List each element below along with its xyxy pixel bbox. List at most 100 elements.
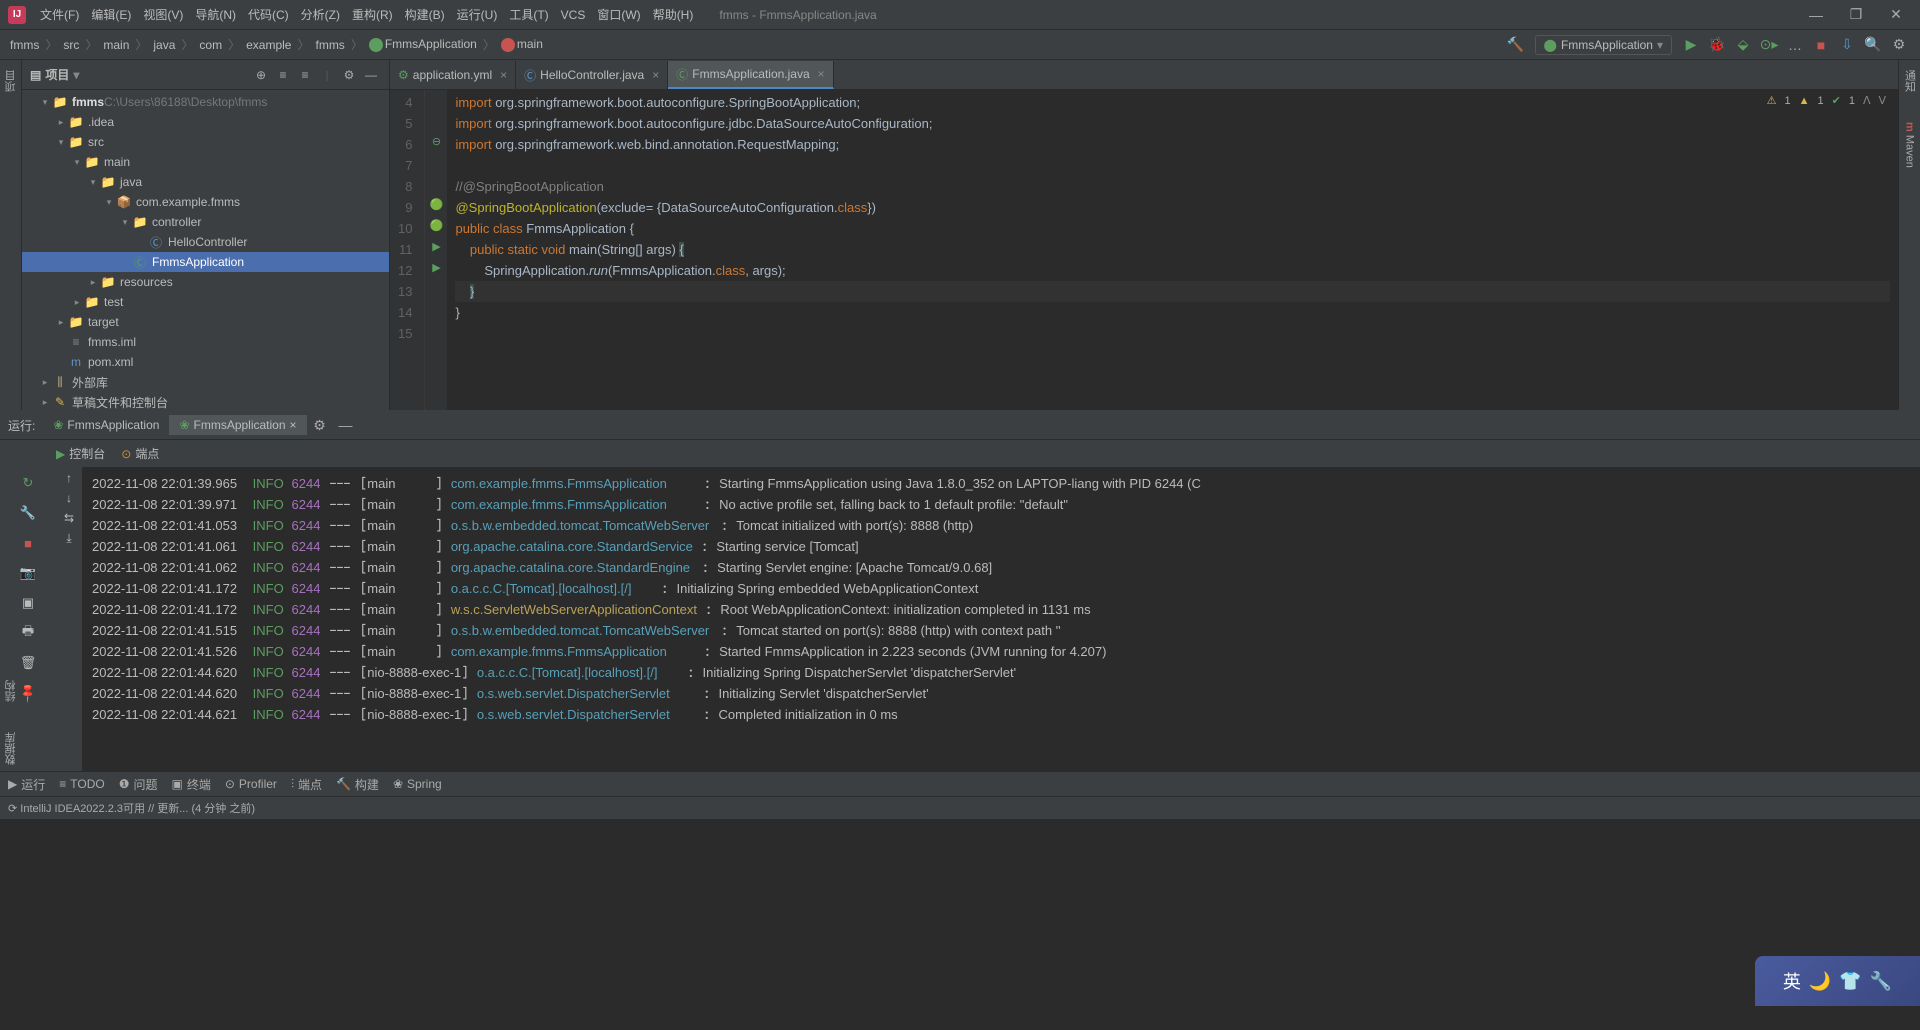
project-title[interactable]: ▤ 项目 ▾ [30,66,79,83]
tree-node[interactable]: ▾📁fmms C:\Users\86188\Desktop\fmms [22,92,389,112]
breadcrumb-item[interactable]: FmmsApplication [367,37,479,52]
run-tab[interactable]: ❀FmmsApplication [43,415,169,435]
stop-icon[interactable]: ■ [16,531,40,555]
tree-node[interactable]: ≡fmms.iml [22,332,389,352]
camera-icon[interactable]: 📷 [16,561,40,585]
maximize-button[interactable]: ❐ [1836,0,1876,30]
bottom-item[interactable]: ❀Spring [393,777,442,791]
breadcrumb-item[interactable]: com [197,38,224,52]
rerun-icon[interactable]: ↻ [16,471,40,495]
project-tree[interactable]: ▾📁fmms C:\Users\86188\Desktop\fmms▸📁.ide… [22,90,389,410]
menu-1[interactable]: 编辑(E) [85,0,137,30]
inspection-widget[interactable]: ⚠1 ▲1 ✔1 ᐱ ᐯ [1767,94,1886,107]
console-output[interactable]: 2022-11-08 22:01:39.965 INFO 6244 --- [m… [82,467,1920,771]
breadcrumb-item[interactable]: example [244,38,293,52]
close-tab-icon[interactable]: × [652,68,659,82]
tree-node[interactable]: ▸⫼外部库 [22,372,389,392]
gear-icon[interactable]: ⚙ [339,65,359,85]
breadcrumb-item[interactable]: fmms [313,38,346,52]
menu-11[interactable]: 窗口(W) [591,0,646,30]
tree-node[interactable]: ▾📁main [22,152,389,172]
tree-node[interactable]: ▸📁test [22,292,389,312]
profile-button[interactable]: ⊙▸ [1758,34,1780,56]
breadcrumb-item[interactable]: src [61,38,81,52]
close-button[interactable]: ✕ [1876,0,1916,30]
tree-node[interactable]: ▸📁resources [22,272,389,292]
editor-tab[interactable]: ⒸFmmsApplication.java× [668,61,833,89]
menu-5[interactable]: 分析(Z) [295,0,346,30]
editor-tab[interactable]: ⒸHelloController.java× [516,61,668,89]
right-strip-notifications[interactable]: 通知 [1902,70,1918,92]
tree-node[interactable]: ▸✎草稿文件和控制台 [22,392,389,410]
menu-10[interactable]: VCS [555,0,592,30]
gear-icon[interactable]: ⚙ [309,414,331,436]
bottom-item[interactable]: ❶问题 [119,776,158,793]
line-gutter[interactable]: 456789101112131415 [390,90,425,410]
hide-icon[interactable]: — [361,65,381,85]
layout-icon[interactable]: ▣ [16,591,40,615]
close-tab-icon[interactable]: × [818,67,825,81]
bottom-item[interactable]: ⊙Profiler [225,777,277,791]
hide-icon[interactable]: — [335,414,357,436]
breadcrumb-item[interactable]: fmms [8,38,41,52]
left-strip-project[interactable]: 项目 [3,70,19,92]
chevron-down-icon[interactable]: ᐯ [1878,94,1886,107]
menu-8[interactable]: 运行(U) [451,0,504,30]
tree-node[interactable]: ▸📁target [22,312,389,332]
trash-icon[interactable]: 🗑 [16,651,40,675]
run-config-selector[interactable]: ⬤ FmmsApplication ▾ [1535,35,1673,55]
close-tab-icon[interactable]: × [500,68,507,82]
menu-7[interactable]: 构建(B) [399,0,451,30]
tree-node[interactable]: ⒸFmmsApplication [22,252,389,272]
bottom-item[interactable]: ≡TODO [59,777,104,791]
collapse-icon[interactable]: ≡ [295,65,315,85]
vcs-update-icon[interactable]: ⇩ [1836,34,1858,56]
gutter-icons[interactable]: ⊖ 🟢🟢▶▶ [425,90,447,410]
actuator-icon[interactable]: 🔧 [16,501,40,525]
coverage-button[interactable]: ⬙ [1732,34,1754,56]
chevron-up-icon[interactable]: ᐱ [1863,94,1871,107]
code-text[interactable]: import org.springframework.boot.autoconf… [447,90,1898,410]
tree-node[interactable]: ▾📁controller [22,212,389,232]
ime-widget[interactable]: 英 🌙 👕 🔧 [1755,956,1920,1006]
tree-node[interactable]: ▸📁.idea [22,112,389,132]
menu-4[interactable]: 代码(C) [242,0,295,30]
menu-3[interactable]: 导航(N) [189,0,242,30]
left-strip-structure[interactable]: 结构 [3,680,19,702]
breadcrumb-item[interactable]: java [151,38,177,52]
menu-12[interactable]: 帮助(H) [647,0,700,30]
tree-node[interactable]: ▾📁java [22,172,389,192]
run-tab[interactable]: ❀FmmsApplication × [169,415,306,435]
locate-icon[interactable]: ⊕ [251,65,271,85]
bottom-item[interactable]: 🔨构建 [336,776,379,793]
down-icon[interactable]: ↓ [66,491,72,505]
debug-button[interactable]: 🐞 [1706,34,1728,56]
scroll-icon[interactable]: ⤓ [66,531,71,546]
tree-node[interactable]: ▾📁src [22,132,389,152]
editor-tab[interactable]: ⚙application.yml× [390,61,516,89]
endpoints-tab[interactable]: ⊙端点 [121,445,159,462]
expand-icon[interactable]: ≡ [273,65,293,85]
tree-node[interactable]: ▾📦com.example.fmms [22,192,389,212]
tree-node[interactable]: ⒸHelloController [22,232,389,252]
breadcrumb-item[interactable]: main [101,38,131,52]
tree-node[interactable]: mpom.xml [22,352,389,372]
build-icon[interactable]: 🔨 [1505,34,1527,56]
console-tab[interactable]: ▶控制台 [56,445,105,462]
search-icon[interactable]: 🔍 [1862,34,1884,56]
print-icon[interactable]: 🖶 [16,621,40,645]
run-button[interactable]: ▶ [1680,34,1702,56]
settings-icon[interactable]: ⚙ [1888,34,1910,56]
menu-6[interactable]: 重构(R) [346,0,399,30]
attach-button[interactable]: … [1784,34,1806,56]
right-strip-maven[interactable]: m Maven [1904,122,1916,168]
breadcrumb-item[interactable]: main [499,37,545,52]
bottom-item[interactable]: ▣终端 [172,776,211,793]
wrap-icon[interactable]: ⇆ [64,511,74,525]
menu-2[interactable]: 视图(V) [137,0,189,30]
close-icon[interactable]: × [290,418,297,432]
menu-9[interactable]: 工具(T) [503,0,554,30]
code-editor[interactable]: 456789101112131415 ⊖ 🟢🟢▶▶ import org.spr… [390,90,1898,410]
up-icon[interactable]: ↑ [66,471,72,485]
minimize-button[interactable]: — [1796,0,1836,30]
